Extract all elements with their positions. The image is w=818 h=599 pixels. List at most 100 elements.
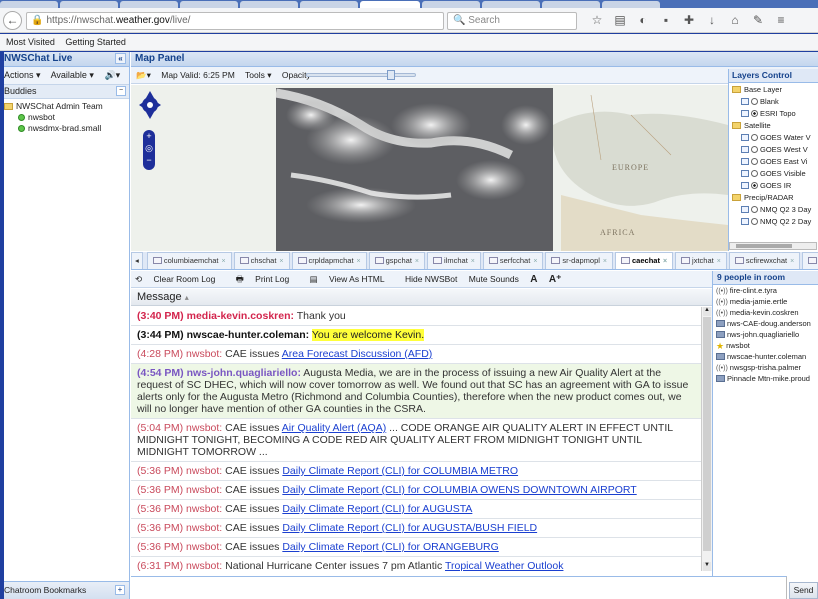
browser-tab[interactable] xyxy=(422,1,480,8)
message-user[interactable]: nwsbot: xyxy=(186,541,222,553)
font-larger-button[interactable]: A⁺ xyxy=(549,274,562,285)
message-user[interactable]: nwsbot: xyxy=(186,348,222,360)
hide-nwsbot-button[interactable]: Hide NWSBot xyxy=(405,274,457,284)
back-arrow-icon[interactable]: ← xyxy=(3,11,22,30)
tab-crpldapmchat[interactable]: crpldapmchat × xyxy=(291,252,367,269)
close-tab-icon[interactable]: × xyxy=(533,258,537,265)
browser-tab[interactable] xyxy=(0,1,58,8)
layer-item[interactable]: ESRI Topo xyxy=(732,108,818,120)
font-smaller-button[interactable]: A xyxy=(530,274,537,285)
layer-item[interactable]: Blank xyxy=(732,96,818,108)
scroll-thumb[interactable] xyxy=(703,317,711,551)
actions-menu[interactable]: Actions ▾ xyxy=(4,70,41,80)
addon-icon[interactable]: ✚ xyxy=(680,13,698,27)
person-item[interactable]: Pinnacle Mtn-mike.proud xyxy=(713,373,818,384)
message-user[interactable]: nws-john.quagliariello: xyxy=(187,367,301,379)
tab-chschat[interactable]: chschat × xyxy=(233,252,290,269)
collapse-left-icon[interactable]: « xyxy=(115,53,126,64)
message-link[interactable]: Daily Climate Report (CLI) for COLUMBIA … xyxy=(282,465,518,477)
star-icon[interactable]: ☆ xyxy=(588,13,606,27)
close-tab-icon[interactable]: × xyxy=(717,258,721,265)
message-link[interactable]: Area Forecast Discussion (AFD) xyxy=(282,348,433,360)
tab-scroll-left[interactable]: ◂ xyxy=(131,252,143,269)
opacity-slider-thumb[interactable] xyxy=(387,70,395,80)
close-tab-icon[interactable]: × xyxy=(221,258,225,265)
person-item[interactable]: ((•)) fire-clint.e.tyra xyxy=(713,285,818,296)
download-icon[interactable]: ↓ xyxy=(703,13,721,27)
home-icon[interactable]: ⌂ xyxy=(726,13,744,27)
pen-icon[interactable]: ✎ xyxy=(749,13,767,27)
layer-item[interactable]: GOES IR xyxy=(732,180,818,192)
buddy-group[interactable]: NWSChat Admin Team xyxy=(4,101,129,112)
layers-hscroll[interactable] xyxy=(729,242,817,250)
layer-item[interactable]: Satellite xyxy=(732,120,818,132)
person-item[interactable]: nws-john.quagliariello xyxy=(713,329,818,340)
browser-tab[interactable] xyxy=(542,1,600,8)
message-link[interactable]: Tropical Weather Outlook xyxy=(445,560,563,571)
layer-item[interactable]: GOES West V xyxy=(732,144,818,156)
layer-item[interactable]: GOES East Vi xyxy=(732,156,818,168)
collapse-buddies-icon[interactable]: − xyxy=(116,86,126,96)
refresh-folder-icon[interactable]: 📂▾ xyxy=(136,70,151,80)
radio-icon[interactable] xyxy=(751,146,758,153)
tab-caechat[interactable]: caechat × xyxy=(615,252,674,269)
tools-menu[interactable]: Tools ▾ xyxy=(245,70,271,80)
clear-room-log-button[interactable]: ⟲ Clear Room Log xyxy=(135,274,224,284)
tab-sr-dapmopl[interactable]: sr-dapmopl × xyxy=(545,252,614,269)
browser-tab[interactable] xyxy=(482,1,540,8)
person-item[interactable]: nwscae-hunter.coleman xyxy=(713,351,818,362)
close-tab-icon[interactable]: × xyxy=(663,258,667,265)
message-user[interactable]: nwsbot: xyxy=(186,484,222,496)
tab-serfcchat[interactable]: serfcchat × xyxy=(482,252,544,269)
buddy-item[interactable]: nwsdmx-brad.small xyxy=(4,123,129,134)
radio-icon[interactable] xyxy=(751,218,758,225)
person-item[interactable]: ★ nwsbot xyxy=(713,340,818,351)
tab-scfirewxchat[interactable]: scfirewxchat × xyxy=(728,252,801,269)
person-item[interactable]: ((•)) media-kevin.coskren xyxy=(713,307,818,318)
zoom-in-icon[interactable]: + xyxy=(143,130,155,142)
message-scrollbar[interactable]: ▲ ▼ xyxy=(701,307,712,571)
zoom-world-icon[interactable]: ◎ xyxy=(143,142,155,154)
radio-selected-icon[interactable] xyxy=(751,182,758,189)
browser-tab[interactable] xyxy=(240,1,298,8)
url-bar[interactable]: 🔒https://nwschat.weather.gov/live/ ↻ xyxy=(26,12,444,30)
pocket-icon[interactable]: ◐ xyxy=(634,13,652,27)
browser-tab[interactable] xyxy=(360,1,420,8)
message-user[interactable]: nwsbot: xyxy=(186,422,222,434)
sound-icon[interactable]: 🔊▾ xyxy=(104,70,120,80)
scroll-down-icon[interactable]: ▼ xyxy=(703,562,711,571)
tab-sc-event[interactable]: sc-event× xyxy=(802,252,818,269)
tab-ilmchat[interactable]: ilmchat × xyxy=(427,252,481,269)
message-link[interactable]: Daily Climate Report (CLI) for ORANGEBUR… xyxy=(282,541,498,553)
layer-item[interactable]: GOES Water V xyxy=(732,132,818,144)
close-tab-icon[interactable]: × xyxy=(415,258,419,265)
message-user[interactable]: nwscae-hunter.coleman: xyxy=(187,329,310,341)
radio-icon[interactable] xyxy=(751,98,758,105)
scroll-up-icon[interactable]: ▲ xyxy=(703,307,711,316)
zoom-out-icon[interactable]: − xyxy=(143,154,155,166)
layer-item[interactable]: NMQ Q2 3 Day xyxy=(732,204,818,216)
close-tab-icon[interactable]: × xyxy=(357,258,361,265)
search-input[interactable]: 🔍 Search xyxy=(447,12,577,30)
message-link[interactable]: Daily Climate Report (CLI) for AUGUSTA xyxy=(282,503,472,515)
buddy-item[interactable]: nwsbot xyxy=(4,112,129,123)
browser-tab[interactable] xyxy=(120,1,178,8)
browser-tab[interactable] xyxy=(300,1,358,8)
bookmark-most-visited[interactable]: Most Visited xyxy=(6,37,55,47)
save-icon[interactable]: ▪ xyxy=(657,13,675,27)
print-log-button[interactable]: 🖶 Print Log xyxy=(236,274,298,284)
message-link[interactable]: Air Quality Alert (AQA) xyxy=(282,422,386,434)
message-link[interactable]: Daily Climate Report (CLI) for COLUMBIA … xyxy=(282,484,636,496)
reading-list-icon[interactable]: ▤ xyxy=(611,13,629,27)
message-input[interactable] xyxy=(131,576,787,599)
message-user[interactable]: nwsbot: xyxy=(186,522,222,534)
person-item[interactable]: nws-CAE-doug.anderson xyxy=(713,318,818,329)
layer-item[interactable]: Base Layer xyxy=(732,84,818,96)
close-tab-icon[interactable]: × xyxy=(790,258,794,265)
radio-icon[interactable] xyxy=(751,134,758,141)
expand-bookmarks-icon[interactable]: + xyxy=(115,585,125,595)
message-user[interactable]: nwsbot: xyxy=(186,503,222,515)
message-user[interactable]: media-kevin.coskren: xyxy=(187,310,294,322)
tab-gspchat[interactable]: gspchat × xyxy=(368,252,426,269)
opacity-slider[interactable] xyxy=(306,70,416,80)
